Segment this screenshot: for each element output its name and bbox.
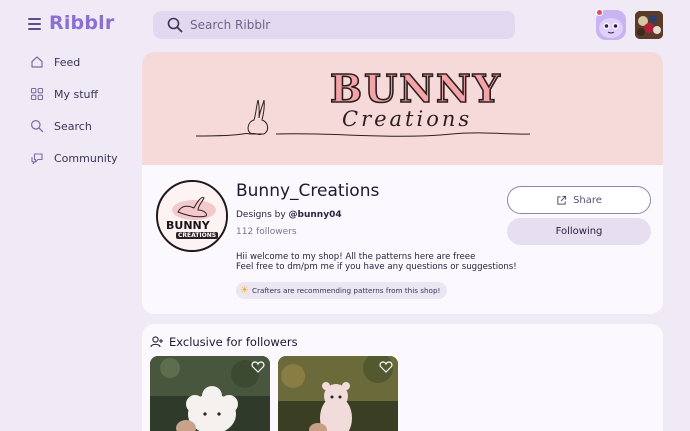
search-input[interactable]: Search Ribblr — [190, 18, 270, 32]
search-icon — [167, 17, 183, 33]
section-title: Exclusive for followers — [169, 335, 298, 349]
search-bar[interactable]: Search Ribblr — [153, 11, 515, 39]
sidebar-item-my-stuff[interactable]: My stuff — [30, 84, 98, 104]
shop-switch-avatar[interactable] — [635, 11, 663, 39]
sidebar-item-label: Community — [54, 151, 118, 165]
menu-icon[interactable] — [28, 18, 41, 30]
sidebar-item-feed[interactable]: Feed — [30, 52, 80, 72]
share-icon — [557, 195, 567, 205]
banner-subtitle: Creations — [342, 107, 473, 131]
sidebar-item-community[interactable]: Community — [30, 148, 118, 168]
recommendation-badge: ☀ Crafters are recommending patterns fro… — [236, 282, 448, 299]
shop-bio-line-1: Hii welcome to my shop! All the patterns… — [236, 252, 476, 262]
recommendation-text: Crafters are recommending patterns from … — [251, 286, 441, 295]
shop-avatar: BUNNY CREATIONS — [156, 180, 228, 252]
sidebar-item-label: Feed — [54, 55, 81, 69]
search-icon — [31, 120, 44, 133]
home-icon — [31, 56, 43, 68]
following-button[interactable]: Following — [507, 218, 651, 245]
notification-dot — [596, 9, 603, 16]
designs-by-prefix: Designs by — [236, 210, 286, 220]
shop-profile-card: BUNNY Creations BUNNY CREATIONS Bunny_Cr… — [142, 52, 663, 314]
banner-title: BUNNY — [329, 65, 502, 112]
designer-link[interactable]: @bunny04 — [289, 210, 342, 220]
follower-count[interactable]: 112 followers — [236, 227, 297, 237]
app-logo[interactable]: Ribblr — [49, 12, 114, 34]
bunny-logo-icon — [158, 182, 226, 250]
sidebar-item-label: Search — [54, 119, 92, 133]
designs-by: Designs by @bunny04 — [236, 210, 342, 220]
shop-bio-line-2: Feel free to dm/pm me if you have any qu… — [236, 262, 517, 272]
bear-plush-thumbnail[interactable] — [278, 356, 398, 431]
heart-icon[interactable] — [379, 360, 393, 374]
shop-name: Bunny_Creations — [236, 181, 380, 201]
share-label: Share — [573, 194, 602, 206]
exclusive-section: Exclusive for followers — [142, 324, 663, 431]
sun-icon: ☀ — [240, 285, 249, 296]
share-button[interactable]: Share — [507, 186, 651, 214]
grid-icon — [30, 87, 44, 101]
shop-avatar-title: BUNNY — [166, 219, 210, 232]
shop-banner: BUNNY Creations — [142, 52, 663, 165]
chat-bubbles-icon — [31, 153, 43, 165]
section-header: Exclusive for followers — [150, 335, 298, 349]
shop-avatar-subtitle: CREATIONS — [176, 232, 219, 239]
cloud-plush-thumbnail[interactable] — [150, 356, 270, 431]
sidebar-item-label: My stuff — [54, 87, 99, 101]
sidebar-item-search[interactable]: Search — [30, 116, 92, 136]
add-user-icon — [150, 336, 163, 348]
heart-icon[interactable] — [251, 360, 265, 374]
